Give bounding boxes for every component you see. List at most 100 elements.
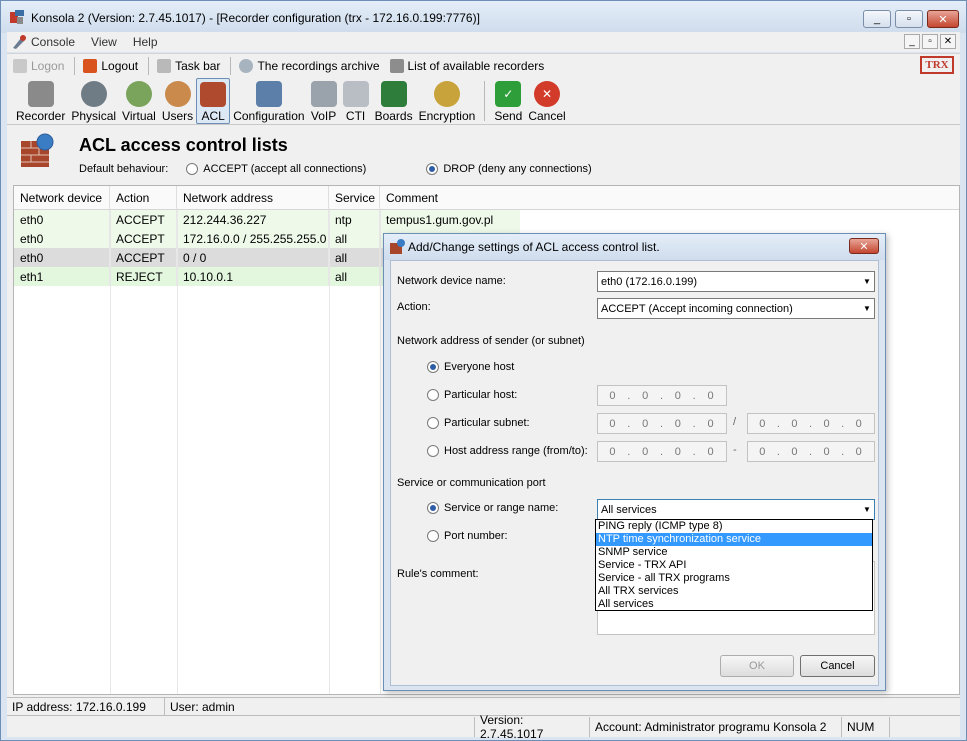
subnet-ip-input[interactable]: 0.0.0.0 <box>597 413 727 434</box>
toolbar-configuration[interactable]: Configuration <box>230 78 307 124</box>
toolbar-encryption[interactable]: Encryption <box>416 78 479 124</box>
service-option[interactable]: All services <box>596 598 872 611</box>
service-option[interactable]: Service - all TRX programs <box>596 572 872 585</box>
port-number-radio[interactable]: Port number: <box>427 530 508 542</box>
maximize-button[interactable]: ▫ <box>895 10 923 28</box>
toolbar-boards[interactable]: Boards <box>372 78 416 124</box>
comment-label: Rule's comment: <box>397 568 479 580</box>
toolbar-send[interactable]: ✓ Send <box>491 78 525 124</box>
ok-button[interactable]: OK <box>720 655 794 677</box>
range-to-input[interactable]: 0.0.0.0 <box>747 441 875 462</box>
service-option[interactable]: All TRX services <box>596 585 872 598</box>
column-service[interactable]: Service <box>329 185 380 210</box>
page-title: ACL access control lists <box>79 135 288 155</box>
board-icon <box>380 80 407 107</box>
version-status: Version: 2.7.45.1017 <box>475 713 590 741</box>
accept-radio[interactable]: ACCEPT (accept all connections) <box>186 163 366 175</box>
chevron-down-icon: ▼ <box>863 304 871 313</box>
mdi-close-button[interactable]: ✕ <box>940 34 956 49</box>
range-from-input[interactable]: 0.0.0.0 <box>597 441 727 462</box>
cti-icon <box>342 80 369 107</box>
logout-link[interactable]: Logout <box>83 58 138 73</box>
cancel-icon: ✕ <box>534 80 561 107</box>
host-range-radio[interactable]: Host address range (from/to): <box>427 445 588 457</box>
radio-indicator <box>427 361 439 373</box>
column-action[interactable]: Action <box>110 185 177 210</box>
sender-section-label: Network address of sender (or subnet) <box>397 335 585 347</box>
toolbar-physical[interactable]: Physical <box>68 78 119 124</box>
logon-link[interactable]: Logon <box>13 58 64 73</box>
service-dropdown-list: PING reply (ICMP type 8) NTP time synchr… <box>595 519 873 611</box>
device-select[interactable]: eth0 (172.16.0.199) ▼ <box>597 271 875 292</box>
toolbar-acl[interactable]: ACL <box>196 77 231 124</box>
app-icon <box>9 9 25 25</box>
menu-view[interactable]: View <box>91 35 117 49</box>
radio-indicator <box>427 530 439 542</box>
window-title: Konsola 2 (Version: 2.7.45.1017) - [Reco… <box>31 11 480 25</box>
default-behaviour-label: Default behaviour: <box>79 163 169 175</box>
disc-icon <box>239 58 254 73</box>
close-button[interactable]: ✕ <box>927 10 959 28</box>
range-separator: - <box>733 444 737 456</box>
column-network-device[interactable]: Network device <box>14 185 110 210</box>
toolbar-recorder[interactable]: Recorder <box>13 78 68 124</box>
available-recorders-link[interactable]: List of available recorders <box>389 58 544 73</box>
toolbar-voip[interactable]: VoIP <box>308 78 340 124</box>
particular-host-radio[interactable]: Particular host: <box>427 389 517 401</box>
keys-icon <box>433 80 460 107</box>
mdi-minimize-button[interactable]: _ <box>904 34 920 49</box>
service-section-label: Service or communication port <box>397 477 546 489</box>
firewall-icon <box>21 133 55 169</box>
user-status: User: admin <box>170 699 235 714</box>
firewall-icon <box>390 239 405 254</box>
menu-bar: Console View Help _ ▫ ✕ <box>7 32 960 52</box>
service-name-radio[interactable]: Service or range name: <box>427 502 558 514</box>
num-lock-status: NUM <box>842 716 890 737</box>
column-network-address[interactable]: Network address <box>177 185 329 210</box>
mdi-controls: _ ▫ ✕ <box>902 34 956 49</box>
speaker-green-icon <box>125 80 152 107</box>
everyone-host-radio[interactable]: Everyone host <box>427 361 514 373</box>
cancel-button[interactable]: Cancel <box>800 655 875 677</box>
toolbar-cti[interactable]: CTI <box>340 78 372 124</box>
link-bar: Logon Logout Task bar The recordings arc… <box>7 53 960 77</box>
toolbar-users[interactable]: Users <box>159 78 196 124</box>
minimize-button[interactable]: _ <box>863 10 891 28</box>
default-behaviour: Default behaviour: ACCEPT (accept all co… <box>79 163 592 175</box>
power-icon <box>83 58 98 73</box>
speaker-icon <box>80 80 107 107</box>
trx-logo: TRX <box>920 56 954 74</box>
service-option[interactable]: SNMP service <box>596 546 872 559</box>
radio-indicator <box>427 417 439 429</box>
toolbar-cancel[interactable]: ✕ Cancel <box>525 78 568 124</box>
task-bar-link[interactable]: Task bar <box>157 58 220 73</box>
console-menu-icon <box>11 34 27 50</box>
paperclip-icon <box>157 58 172 73</box>
mdi-restore-button[interactable]: ▫ <box>922 34 938 49</box>
users-icon <box>164 80 191 107</box>
key-icon <box>13 58 27 73</box>
table-header: Network device Action Network address Se… <box>14 185 959 210</box>
radio-indicator <box>186 163 199 175</box>
tag-icon <box>389 58 404 73</box>
configuration-icon <box>255 80 282 107</box>
service-option[interactable]: PING reply (ICMP type 8) <box>596 520 872 533</box>
subnet-mask-input[interactable]: 0.0.0.0 <box>747 413 875 434</box>
service-select[interactable]: All services ▼ <box>597 499 875 520</box>
dialog-close-button[interactable]: ✕ <box>849 238 879 254</box>
particular-subnet-radio[interactable]: Particular subnet: <box>427 417 530 429</box>
column-comment[interactable]: Comment <box>380 186 520 210</box>
voip-phone-icon <box>310 80 337 107</box>
service-option[interactable]: Service - TRX API <box>596 559 872 572</box>
action-label: Action: <box>397 301 431 313</box>
menu-console[interactable]: Console <box>31 35 75 49</box>
drop-radio[interactable]: DROP (deny any connections) <box>426 163 592 175</box>
table-row[interactable]: eth0 ACCEPT 212.244.36.227 ntp tempus1.g… <box>14 210 520 229</box>
menu-help[interactable]: Help <box>133 35 158 49</box>
action-select[interactable]: ACCEPT (Accept incoming connection) ▼ <box>597 298 875 319</box>
toolbar-virtual[interactable]: Virtual <box>119 78 159 124</box>
service-option-highlighted[interactable]: NTP time synchronization service <box>596 533 872 546</box>
check-icon: ✓ <box>495 80 522 107</box>
host-ip-input[interactable]: 0.0.0.0 <box>597 385 727 406</box>
recordings-archive-link[interactable]: The recordings archive <box>239 58 380 73</box>
